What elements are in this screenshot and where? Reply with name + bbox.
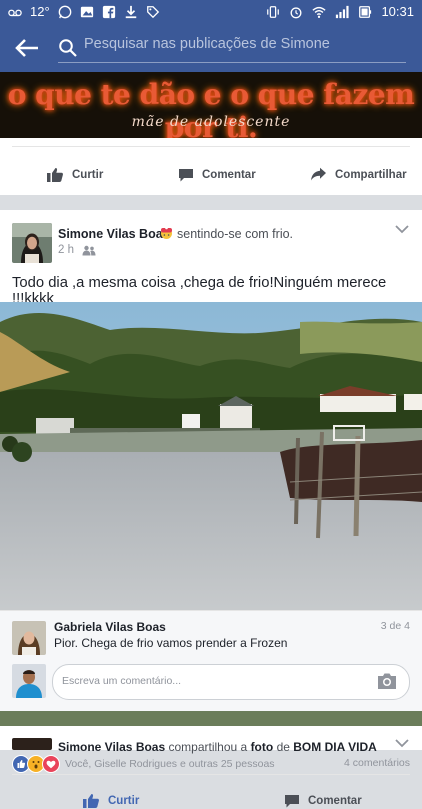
feeling-cold-icon bbox=[161, 227, 172, 239]
next-post-source[interactable]: BOM DIA VIDA bbox=[293, 740, 377, 754]
chevron-down-icon[interactable] bbox=[394, 224, 410, 234]
comment-label: Comentar bbox=[202, 169, 256, 181]
comment-input[interactable]: Escreva um comentário... bbox=[52, 664, 410, 700]
download-icon bbox=[125, 5, 136, 18]
cover-banner: o que te dão e o que fazem por ti. mãe d… bbox=[0, 72, 422, 138]
thumbs-up-icon bbox=[83, 794, 99, 808]
post-comment-label: Comentar bbox=[308, 795, 362, 807]
vibrate-icon bbox=[267, 5, 280, 18]
comment-input-placeholder: Escreva um comentário... bbox=[62, 675, 182, 687]
share-label: Compartilhar bbox=[335, 168, 407, 181]
gallery-icon bbox=[80, 6, 93, 17]
share-icon bbox=[311, 167, 326, 181]
facebook-icon bbox=[102, 5, 115, 18]
battery-icon bbox=[359, 5, 372, 18]
search-underline bbox=[58, 62, 406, 63]
app-bar: Pesquisar nas publicações de Simone bbox=[0, 24, 422, 72]
commenter-avatar[interactable] bbox=[12, 621, 46, 655]
like-label: Curtir bbox=[72, 169, 104, 181]
search-icon[interactable] bbox=[58, 38, 78, 58]
divider bbox=[12, 146, 410, 147]
previous-post-actions: Curtir Comentar Compartilhar bbox=[0, 138, 422, 195]
clock-text: 10:31 bbox=[381, 4, 414, 19]
back-arrow-icon[interactable] bbox=[14, 36, 40, 60]
comment-icon bbox=[179, 169, 193, 182]
camera-icon[interactable] bbox=[377, 672, 397, 690]
tag-icon bbox=[146, 5, 159, 18]
search-input[interactable]: Pesquisar nas publicações de Simone bbox=[84, 36, 330, 52]
divider bbox=[12, 774, 410, 775]
next-post-action: compartilhou a bbox=[168, 740, 248, 754]
love-reaction-icon bbox=[42, 755, 60, 773]
feeling-text: sentindo-se com frio. bbox=[177, 227, 294, 241]
alarm-icon bbox=[290, 6, 302, 18]
banner-subtitle: mãe de adolescente bbox=[131, 114, 291, 130]
signal-icon bbox=[336, 5, 350, 18]
voicemail-icon bbox=[8, 9, 22, 16]
temperature-text: 12° bbox=[30, 4, 50, 19]
reactions-label: Você, Giselle Rodrigues e outras 25 pess… bbox=[65, 758, 275, 770]
share-button[interactable]: Compartilhar bbox=[310, 167, 407, 182]
next-post-card: Simone Vilas Boas compartilhou a foto de… bbox=[0, 726, 422, 754]
like-button[interactable]: Curtir bbox=[46, 167, 103, 183]
commenter-name[interactable]: Gabriela Vilas Boas bbox=[54, 620, 166, 634]
wifi-icon bbox=[312, 6, 327, 18]
comment-position: 3 de 4 bbox=[380, 620, 410, 632]
reactions-summary[interactable]: Você, Giselle Rodrigues e outras 25 pess… bbox=[12, 755, 275, 773]
thumbs-up-icon bbox=[47, 168, 63, 182]
comment-text: Pior. Chega de frio vamos prender a Froz… bbox=[54, 636, 288, 650]
next-post-preposition: de bbox=[276, 740, 290, 754]
status-bar: 12° 10:31 bbox=[0, 0, 422, 24]
next-post-header: Simone Vilas Boas compartilhou a foto de… bbox=[58, 740, 377, 754]
chevron-down-icon[interactable] bbox=[394, 738, 410, 748]
comments-count[interactable]: 4 comentários bbox=[344, 757, 410, 769]
author-name[interactable]: Simone Vilas Boas bbox=[58, 227, 170, 241]
friends-audience-icon bbox=[82, 245, 96, 256]
current-user-avatar bbox=[12, 664, 46, 698]
post-comment-button[interactable]: Comentar bbox=[284, 793, 362, 809]
next-post-avatar[interactable] bbox=[12, 738, 52, 750]
next-post-object[interactable]: foto bbox=[251, 740, 274, 754]
comment-icon bbox=[285, 795, 299, 808]
post-like-button[interactable]: Curtir bbox=[82, 793, 139, 809]
post-time[interactable]: 2 h bbox=[58, 244, 74, 256]
comment-button[interactable]: Comentar bbox=[178, 167, 256, 183]
next-post-author[interactable]: Simone Vilas Boas bbox=[58, 740, 165, 754]
whatsapp-icon bbox=[58, 5, 72, 18]
author-avatar[interactable] bbox=[12, 223, 52, 263]
post-like-label: Curtir bbox=[108, 795, 140, 807]
